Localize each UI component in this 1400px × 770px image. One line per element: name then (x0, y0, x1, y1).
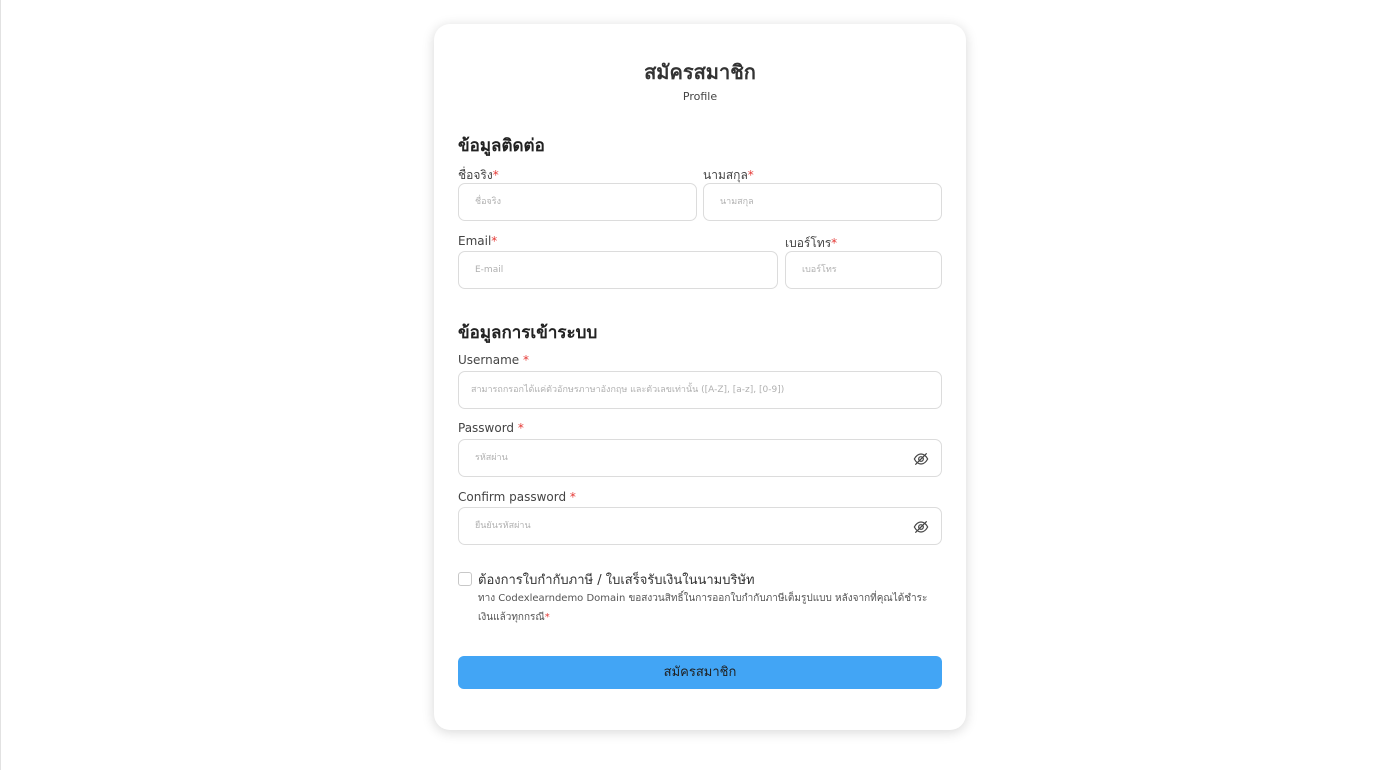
contact-section-heading: ข้อมูลติดต่อ (458, 136, 545, 156)
required-mark: * (491, 234, 498, 248)
email-field (458, 251, 778, 289)
eye-slash-icon[interactable] (913, 519, 929, 535)
login-section-heading: ข้อมูลการเข้าระบบ (458, 323, 598, 343)
required-mark: * (747, 168, 754, 182)
tax-invoice-note: ทาง Codexlearndemo Domain ขอสงวนสิทธิ์ใน… (478, 593, 928, 623)
required-mark: * (492, 168, 499, 182)
page-subtitle: Profile (682, 90, 718, 103)
username-field (458, 371, 942, 409)
username-input[interactable] (459, 372, 941, 408)
tax-invoice-label: ต้องการใบกำกับภาษี / ใบเสร็จรับเงินในนาม… (478, 573, 755, 588)
password-input[interactable] (459, 440, 941, 476)
confirm-password-label: Confirm password * (458, 490, 576, 504)
email-input[interactable] (459, 252, 777, 288)
required-mark: * (831, 236, 838, 250)
page-left-border (0, 0, 1, 770)
required-mark: * (569, 490, 576, 504)
register-button[interactable]: สมัครสมาชิก (458, 656, 942, 689)
first-name-input[interactable] (459, 184, 696, 220)
register-card: สมัครสมาชิก Profile ข้อมูลติดต่อ ชื่อจริ… (434, 24, 966, 730)
password-label: Password * (458, 421, 524, 435)
eye-slash-icon[interactable] (913, 451, 929, 467)
phone-field (785, 251, 942, 289)
username-label: Username * (458, 353, 529, 367)
password-field (458, 439, 942, 477)
email-label: Email* (458, 234, 498, 248)
confirm-password-field (458, 507, 942, 545)
tax-invoice-checkbox[interactable] (458, 572, 472, 586)
last-name-field (703, 183, 942, 221)
last-name-input[interactable] (704, 184, 941, 220)
phone-input[interactable] (786, 252, 941, 288)
confirm-password-input[interactable] (459, 508, 941, 544)
required-mark: * (544, 612, 550, 623)
required-mark: * (523, 353, 529, 367)
first-name-field (458, 183, 697, 221)
page-title: สมัครสมาชิก (644, 60, 756, 84)
required-mark: * (517, 421, 524, 435)
